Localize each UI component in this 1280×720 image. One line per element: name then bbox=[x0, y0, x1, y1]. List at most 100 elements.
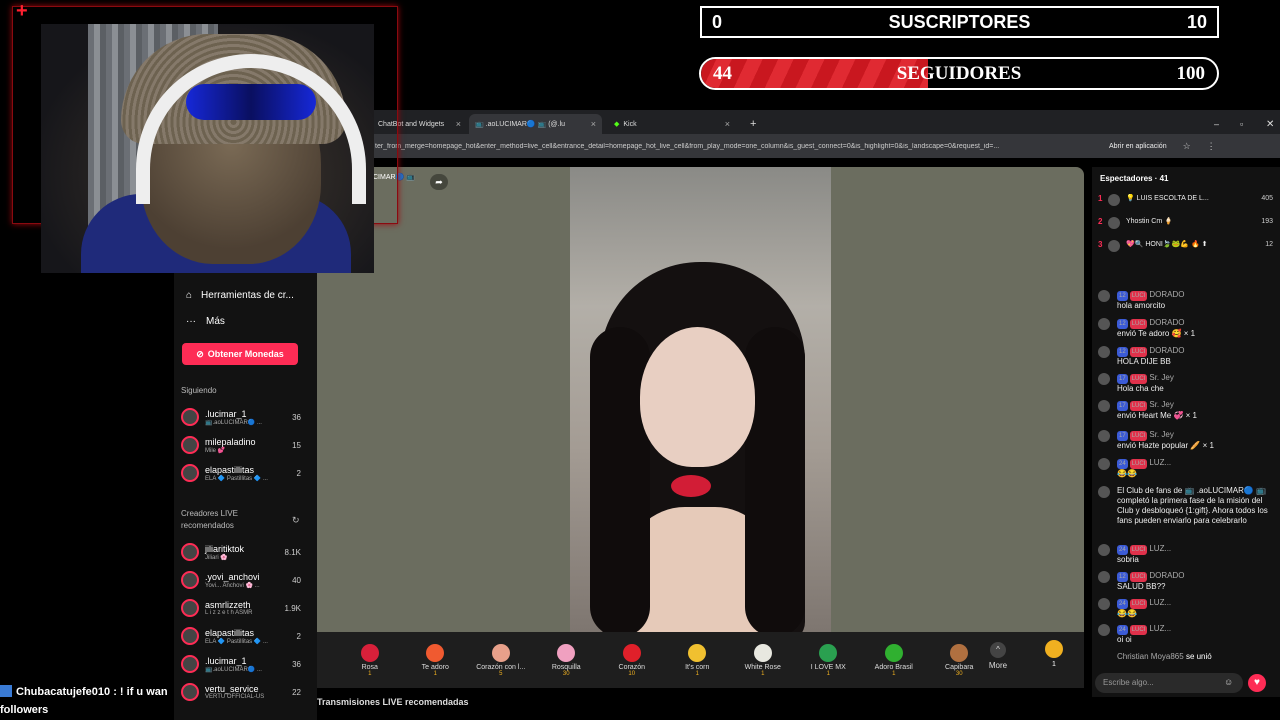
message-body: 24 LUCI LUZ... oi oi bbox=[1117, 624, 1273, 645]
chat-message[interactable]: 12 LUCI DORADO HOLA DIJE BB bbox=[1098, 346, 1273, 367]
new-tab-button[interactable]: + bbox=[744, 114, 762, 134]
gift-icon bbox=[360, 643, 379, 662]
avatar bbox=[181, 683, 199, 701]
streamer-hair-left bbox=[590, 327, 650, 632]
refresh-icon[interactable]: ↻ bbox=[292, 515, 300, 526]
account-subtitle: Yovi... Anchovi 🌸 ... bbox=[205, 582, 260, 589]
open-in-app-button[interactable]: Abrir en aplicación bbox=[1109, 143, 1167, 150]
message-user: LUZ... bbox=[1149, 624, 1172, 633]
sidebar-account[interactable]: .lucimar_1 📺.aoLUCIMAR🔵 ... 36 bbox=[181, 408, 301, 426]
restore-icon[interactable]: ▫ bbox=[1234, 114, 1249, 134]
chat-message[interactable]: 12 LUCI DORADO envió Te adoro 🥰 × 1 bbox=[1098, 318, 1273, 339]
tab-kick[interactable]: ◆ Kick × bbox=[608, 114, 736, 134]
message-body: 17 LUCI Sr. Jey envió Heart Me 💞 × 1 bbox=[1117, 400, 1273, 421]
sidebar-account[interactable]: .yovi_anchovi Yovi... Anchovi 🌸 ... 40 bbox=[181, 571, 301, 589]
join-verb: se unió bbox=[1185, 652, 1212, 661]
message-body: 24 LUCI LUZ... 😂😂 bbox=[1117, 458, 1273, 479]
gift-item[interactable]: I LOVE MX 1 bbox=[796, 643, 862, 677]
share-icon[interactable]: ➦ bbox=[430, 174, 448, 190]
chat-message[interactable]: 17 LUCI Sr. Jey envió Heart Me 💞 × 1 bbox=[1098, 400, 1273, 421]
sidebar-account[interactable]: jiliaritiktok Jiliari 🌸 8.1K bbox=[181, 543, 301, 561]
fan-badge: LUCI bbox=[1129, 319, 1148, 329]
sidebar-account[interactable]: vertu_service VERTU OFFICIAL-US 22 bbox=[181, 683, 301, 701]
avatar bbox=[1098, 458, 1110, 470]
viewers-title[interactable]: Espectadores · 41 bbox=[1100, 174, 1168, 183]
more-gifts-button[interactable]: ^ More bbox=[988, 642, 1008, 670]
sidebar-account[interactable]: elapastillitas ELA 🔷 Pastillitas 🔷 ... 2 bbox=[181, 464, 301, 482]
message-user: DORADO bbox=[1149, 571, 1185, 580]
sidebar-account[interactable]: .lucimar_1 📺.aoLUCIMAR🔵 ... 36 bbox=[181, 655, 301, 673]
tab-tiktok-live[interactable]: 📺 .aoLUCIMAR🔵 📺 (@.lu × bbox=[469, 114, 602, 134]
message-header: 17 LUCI Sr. Jey bbox=[1117, 373, 1273, 384]
minimize-icon[interactable]: – bbox=[1208, 114, 1225, 134]
address-bar[interactable]: ter_from_merge=homepage_hot&enter_method… bbox=[372, 134, 1280, 158]
account-subtitle: ELA 🔷 Pastillitas 🔷 ... bbox=[205, 475, 268, 482]
chat-message[interactable]: 17 LUCI Sr. Jey Hola cha che bbox=[1098, 373, 1273, 394]
overlay-chat-message: Chubacatujefe010 : ! if u wan followers bbox=[0, 683, 168, 719]
close-icon[interactable]: × bbox=[591, 119, 596, 129]
gift-item[interactable]: Corazón 10 bbox=[599, 643, 665, 677]
account-name: .lucimar_1 bbox=[205, 655, 247, 666]
gift-item[interactable]: Te adoro 1 bbox=[403, 643, 469, 677]
sidebar-account[interactable]: milepaladino Mile 💕 15 bbox=[181, 436, 301, 454]
viewer-count: 36 bbox=[292, 659, 301, 669]
gift-icon bbox=[491, 643, 510, 662]
chat-message[interactable]: 12 LUCI DORADO hola amorcito bbox=[1098, 290, 1273, 311]
gift-item[interactable]: Rosa 1 bbox=[337, 643, 403, 677]
star-icon[interactable]: ☆ bbox=[1183, 141, 1191, 152]
fan-badge: LUCI bbox=[1129, 545, 1148, 555]
message-user: LUZ... bbox=[1149, 544, 1172, 553]
close-icon[interactable]: × bbox=[725, 119, 730, 129]
gift-item[interactable]: Corazón con l... 5 bbox=[468, 643, 534, 677]
level-badge: 17 bbox=[1117, 431, 1128, 441]
gift-name: White Rose bbox=[744, 663, 781, 671]
gift-icon bbox=[819, 643, 838, 662]
level-badge: 24 bbox=[1117, 599, 1128, 609]
emoji-icon[interactable]: ☺ bbox=[1224, 677, 1233, 687]
more-link[interactable]: ··· Más bbox=[186, 316, 225, 327]
creator-tools-link[interactable]: ⌂ Herramientas de cr... bbox=[186, 290, 294, 301]
account-name: vertu_service bbox=[205, 684, 259, 694]
coin-balance[interactable]: 1 bbox=[1044, 640, 1064, 668]
chat-message[interactable]: 24 LUCI LUZ... 😂😂 bbox=[1098, 458, 1273, 479]
menu-dots-icon[interactable]: ⋮ bbox=[1207, 141, 1216, 152]
chat-input[interactable]: Escribe algo... bbox=[1095, 673, 1243, 693]
subs-label: SUSCRIPTORES bbox=[888, 11, 1031, 32]
avatar bbox=[1098, 571, 1110, 583]
gift-icon bbox=[884, 643, 903, 662]
sidebar-account[interactable]: asmrlizzeth L i z z e t h ASMR 1.9K bbox=[181, 599, 301, 617]
top-viewer-row[interactable]: 2 Yhostin Cm 🍦 193 bbox=[1098, 217, 1273, 229]
heart-send-button[interactable]: ♥ bbox=[1248, 674, 1266, 692]
account-subtitle: VERTU OFFICIAL-US bbox=[205, 694, 265, 700]
gift-item[interactable]: White Rose 1 bbox=[730, 643, 796, 677]
gift-item[interactable]: Adoro Brasil 1 bbox=[861, 643, 927, 677]
get-coins-button[interactable]: ⊘ Obtener Monedas bbox=[182, 343, 298, 365]
chat-message[interactable]: 24 LUCI LUZ... oi oi bbox=[1098, 624, 1273, 645]
gift-name: Capibara bbox=[945, 663, 974, 671]
gift-item[interactable]: Rosquilla 30 bbox=[534, 643, 600, 677]
stream-video[interactable] bbox=[570, 167, 831, 632]
account-text: milepaladino Mile 💕 bbox=[205, 437, 256, 454]
chat-message[interactable]: El Club de fans de 📺 .aoLUCIMAR🔵 📺 compl… bbox=[1098, 486, 1273, 526]
sunglasses bbox=[186, 84, 316, 120]
viewer-score: 405 bbox=[1261, 195, 1273, 202]
chat-message[interactable]: 24 LUCI LUZ... sobria bbox=[1098, 544, 1273, 565]
gift-name: Rosa bbox=[361, 663, 378, 671]
gift-item[interactable]: Capibara 30 bbox=[927, 643, 993, 677]
message-header: 17 LUCI Sr. Jey bbox=[1117, 400, 1273, 411]
chat-message[interactable]: 12 LUCI DORADO SALUD BB?? bbox=[1098, 571, 1273, 592]
account-text: vertu_service VERTU OFFICIAL-US bbox=[205, 684, 264, 700]
chat-message[interactable]: 24 LUCI LUZ... 😂😂 bbox=[1098, 598, 1273, 619]
gift-item[interactable]: It's corn 1 bbox=[665, 643, 731, 677]
top-viewer-row[interactable]: 1 💡 LUIS ESCOLTA DE L... 405 bbox=[1098, 194, 1273, 206]
level-badge: 24 bbox=[1117, 625, 1128, 635]
chat-message[interactable]: 17 LUCI Sr. Jey envió Hazte popular 🥖 × 1 bbox=[1098, 430, 1273, 451]
close-icon[interactable]: × bbox=[456, 119, 461, 129]
sidebar-account[interactable]: elapastillitas ELA 🔷 Pastillitas 🔷 ... 2 bbox=[181, 627, 301, 645]
followers-label: SEGUIDORES bbox=[896, 62, 1022, 84]
message-text: hola amorcito bbox=[1117, 301, 1166, 310]
gift-cost: 10 bbox=[628, 670, 636, 677]
join-text: Christian Moya865 se unió bbox=[1117, 652, 1273, 662]
top-viewer-row[interactable]: 3 💖🔍 HONI🍃🐸💪 🔥 ⬆ 12 bbox=[1098, 240, 1273, 252]
window-close-icon[interactable]: ✕ bbox=[1260, 114, 1280, 134]
